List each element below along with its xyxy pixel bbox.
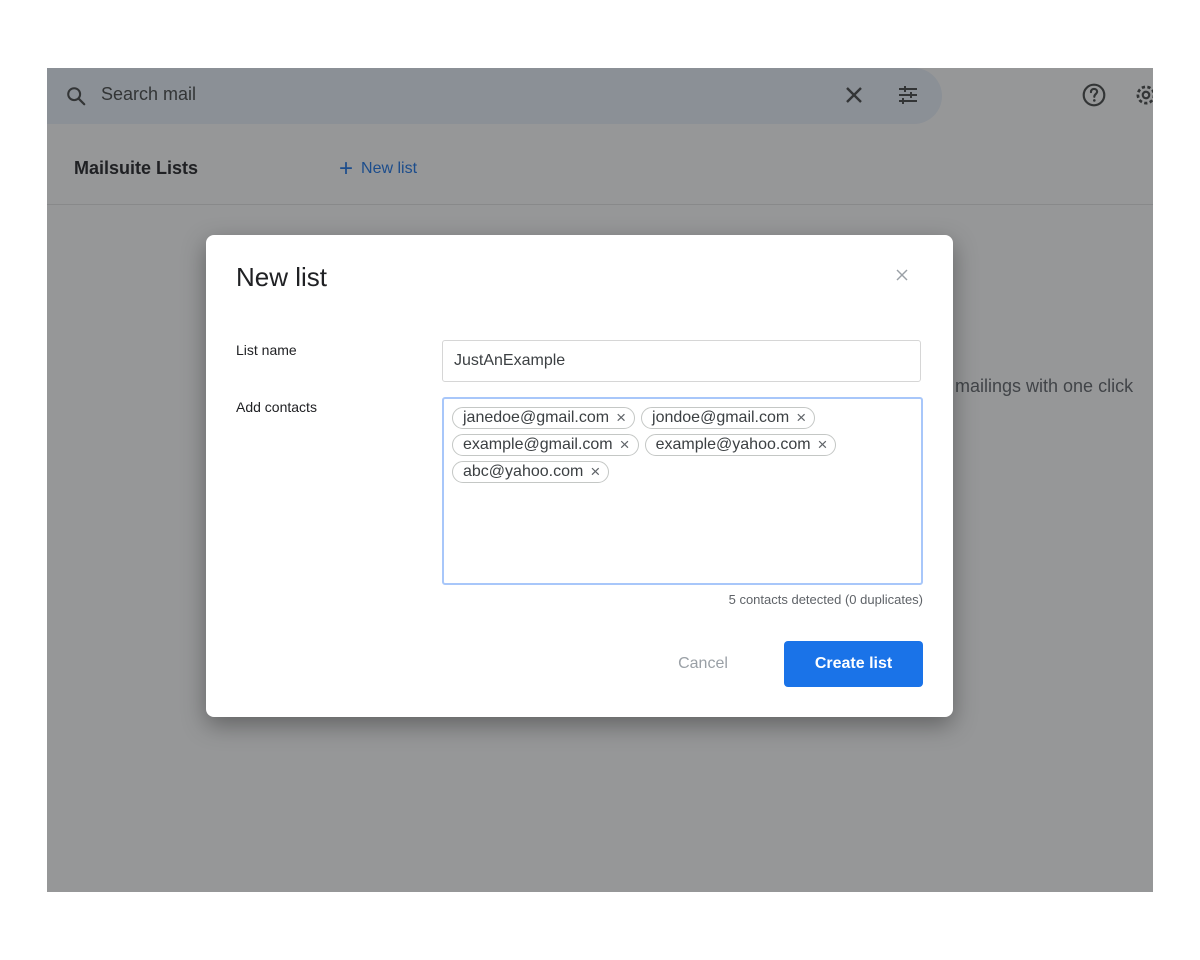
- chip-label: example@yahoo.com: [655, 436, 811, 453]
- close-icon[interactable]: [892, 265, 912, 285]
- contact-chip: abc@yahoo.com ×: [452, 461, 610, 483]
- contact-chip: example@yahoo.com ×: [644, 434, 837, 456]
- dialog-title: New list: [236, 262, 328, 292]
- close-icon[interactable]: ×: [818, 436, 828, 453]
- contacts-count: 5 contacts detected (0 duplicates): [728, 592, 923, 607]
- list-name-label: List name: [236, 342, 297, 358]
- contact-chip: janedoe@gmail.com ×: [452, 407, 636, 429]
- chip-label: example@gmail.com: [463, 436, 613, 453]
- chip-label: abc@yahoo.com: [463, 463, 584, 480]
- close-icon[interactable]: ×: [590, 463, 600, 480]
- close-icon[interactable]: ×: [616, 409, 626, 426]
- chip-label: jondoe@gmail.com: [652, 409, 790, 426]
- close-icon[interactable]: ×: [620, 436, 630, 453]
- new-list-dialog: New list List name Add contacts janedoe@…: [206, 235, 953, 717]
- contacts-input[interactable]: janedoe@gmail.com × jondoe@gmail.com × e…: [442, 397, 923, 585]
- create-list-button[interactable]: Create list: [784, 641, 923, 687]
- chip-label: janedoe@gmail.com: [463, 409, 610, 426]
- add-contacts-label: Add contacts: [236, 399, 317, 415]
- list-name-input[interactable]: [442, 340, 921, 382]
- contact-chip: jondoe@gmail.com ×: [641, 407, 816, 429]
- close-icon[interactable]: ×: [796, 409, 806, 426]
- cancel-button[interactable]: Cancel: [655, 644, 751, 684]
- contact-chip: example@gmail.com ×: [452, 434, 639, 456]
